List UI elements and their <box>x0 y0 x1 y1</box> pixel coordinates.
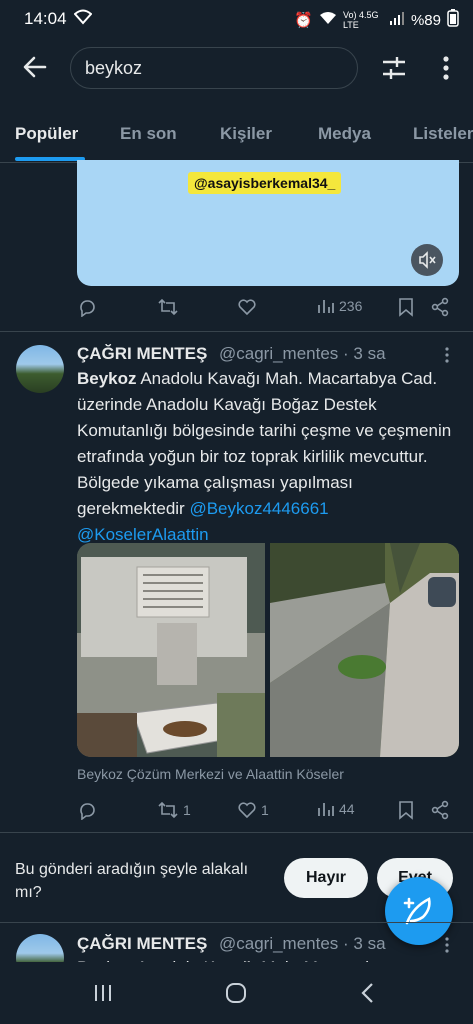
divider <box>0 331 473 332</box>
author-name[interactable]: ÇAĞRI MENTEŞ <box>77 344 207 364</box>
signal-icon <box>389 11 405 29</box>
heart-icon <box>238 299 256 316</box>
views-chart-icon <box>318 300 334 313</box>
tab-medya[interactable]: Medya <box>318 124 371 144</box>
divider <box>0 832 473 833</box>
tab-populer[interactable]: Popüler <box>15 124 78 144</box>
search-query: beykoz <box>85 58 143 78</box>
status-bar: 14:04 ⏰ Vo) 4.5G LTE %89 <box>0 0 473 36</box>
alarm-icon: ⏰ <box>294 12 313 29</box>
heart-icon <box>238 802 256 819</box>
video-overlay-tag: @asayisberkemal34_ <box>188 172 342 194</box>
retweet-button[interactable] <box>157 297 179 317</box>
mention-link[interactable]: @KoselerAlaattin <box>77 525 209 544</box>
relevance-question: Bu gönderi aradığın şeyle alakalı mı? <box>15 861 249 901</box>
bookmark-button[interactable] <box>397 800 415 820</box>
home-icon[interactable] <box>224 982 248 1009</box>
views-chart-icon <box>318 803 334 816</box>
tab-listeler[interactable]: Listeler <box>413 124 473 144</box>
bookmark-icon <box>399 801 413 820</box>
status-time: 14:04 <box>24 9 67 28</box>
tab-en-son[interactable]: En son <box>120 124 177 144</box>
views-button[interactable]: 236 <box>317 297 362 315</box>
back-nav-icon[interactable] <box>358 982 378 1009</box>
like-button[interactable] <box>237 297 257 317</box>
tweet-keyword: Beykoz <box>77 369 137 388</box>
author-handle[interactable]: @cagri_mentes · 3 sa <box>219 934 386 954</box>
more-vertical-icon[interactable] <box>434 54 458 82</box>
like-count: 1 <box>261 802 269 818</box>
system-nav-bar <box>0 962 473 1024</box>
retweet-icon <box>158 801 178 819</box>
tweet-body: Anadolu Kavağı Mah. Macartabya Cad. üzer… <box>77 369 452 518</box>
tab-kisiler[interactable]: Kişiler <box>220 124 272 144</box>
compose-feather-icon <box>403 897 431 925</box>
wifi-icon <box>319 11 337 29</box>
recent-apps-icon[interactable] <box>92 982 114 1009</box>
retweet-count: 1 <box>183 802 191 818</box>
retweet-button[interactable]: 1 <box>157 800 191 820</box>
bookmark-button[interactable] <box>397 297 415 317</box>
author-name[interactable]: ÇAĞRI MENTEŞ <box>77 934 207 954</box>
reply-icon <box>80 803 95 820</box>
reply-button[interactable] <box>77 297 97 317</box>
tweet-photo-fountain[interactable] <box>77 543 265 757</box>
wifi-icon <box>73 9 93 29</box>
divider <box>0 922 473 923</box>
share-icon <box>431 297 449 317</box>
back-arrow-icon[interactable] <box>20 52 50 82</box>
views-count: 44 <box>339 801 355 817</box>
compose-button[interactable] <box>385 877 453 945</box>
bookmark-icon <box>399 298 413 317</box>
reply-button[interactable] <box>77 800 97 820</box>
tweet-text: Beykoz Anadolu Kavağı Mah. Macartabya Ca… <box>77 366 457 548</box>
views-button[interactable]: 44 <box>317 800 355 818</box>
tweet-photo-street[interactable] <box>270 543 459 757</box>
tab-active-indicator <box>15 157 85 161</box>
speaker-muted-icon <box>419 251 436 269</box>
views-count: 236 <box>339 298 363 314</box>
mention-link[interactable]: @Beykoz4446661 <box>189 499 328 518</box>
reply-icon <box>80 300 95 317</box>
share-icon <box>431 800 449 820</box>
share-button[interactable] <box>430 800 450 820</box>
battery-icon <box>447 9 459 31</box>
author-handle[interactable]: @cagri_mentes · 3 sa <box>219 344 386 364</box>
network-label: Vo) 4.5G LTE <box>342 10 379 30</box>
tweet-actions: 1 1 44 <box>77 800 457 824</box>
avatar[interactable] <box>16 345 64 393</box>
tweet-more-icon[interactable] <box>440 936 454 959</box>
battery-level: %89 <box>410 11 441 29</box>
video-post-actions: 236 <box>77 297 457 321</box>
media-caption[interactable]: Beykoz Çözüm Merkezi ve Alaattin Köseler <box>77 766 344 782</box>
mute-toggle-button[interactable] <box>411 244 443 276</box>
share-button[interactable] <box>430 297 450 317</box>
search-tabs: Popüler En son Kişiler Medya Listeler <box>0 110 473 163</box>
search-input[interactable]: beykoz <box>70 47 358 89</box>
retweet-icon <box>158 298 178 316</box>
like-button[interactable]: 1 <box>237 800 269 820</box>
filter-sliders-icon[interactable] <box>380 54 408 82</box>
no-button[interactable]: Hayır <box>284 858 368 898</box>
